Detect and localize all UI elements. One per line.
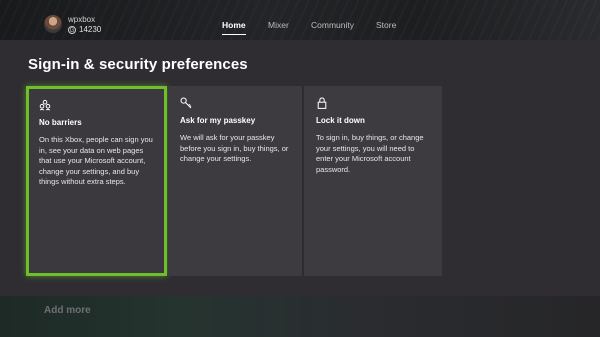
- option-title: Ask for my passkey: [180, 116, 256, 125]
- option-description: On this Xbox, people can sign you in, se…: [39, 135, 153, 186]
- option-title: Lock it down: [316, 116, 365, 125]
- option-ask-passkey[interactable]: Ask for my passkey We will ask for your …: [168, 86, 303, 276]
- people-icon: [39, 98, 154, 111]
- nav-store[interactable]: Store: [376, 20, 396, 30]
- bottom-strip: [0, 296, 600, 337]
- nav-active-indicator: [222, 34, 246, 35]
- option-lock-it-down[interactable]: Lock it down To sign in, buy things, or …: [304, 86, 442, 276]
- main-nav: Home Mixer Community Store: [0, 20, 600, 34]
- option-description: We will ask for your passkey before you …: [180, 133, 289, 163]
- option-description: To sign in, buy things, or change your s…: [316, 133, 424, 174]
- nav-home[interactable]: Home: [222, 20, 246, 30]
- option-title: No barriers: [39, 118, 82, 127]
- nav-mixer[interactable]: Mixer: [268, 20, 289, 30]
- key-icon: [180, 96, 290, 109]
- page-title: Sign-in & security preferences: [28, 56, 248, 73]
- option-no-barriers[interactable]: No barriers On this Xbox, people can sig…: [26, 86, 167, 276]
- nav-community[interactable]: Community: [311, 20, 354, 30]
- lock-icon: [316, 96, 430, 109]
- add-more-button[interactable]: Add more: [44, 305, 91, 316]
